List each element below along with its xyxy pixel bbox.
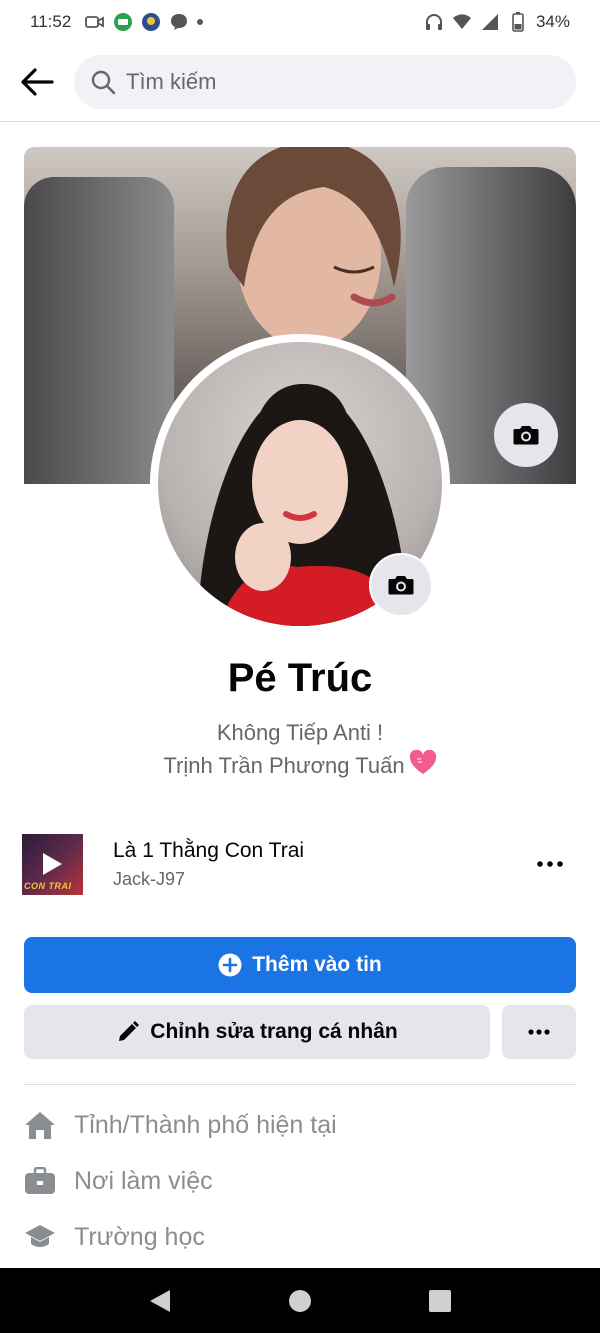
- battery-icon: [508, 12, 528, 32]
- nav-back-button[interactable]: [130, 1271, 190, 1331]
- header-divider: [0, 121, 600, 122]
- search-input[interactable]: [126, 69, 546, 95]
- edit-profile-button[interactable]: Chỉnh sửa trang cá nhân: [24, 1005, 490, 1059]
- info-workplace-label: Nơi làm việc: [74, 1166, 213, 1195]
- more-notifications-dot: [197, 19, 204, 25]
- music-title: Là 1 Thằng Con Trai: [113, 838, 305, 862]
- camera-icon: [513, 426, 539, 445]
- profile-music[interactable]: CON TRAI Là 1 Thằng Con Trai Jack-J97: [22, 832, 578, 896]
- add-to-story-label: Thêm vào tin: [252, 953, 382, 976]
- edit-profile-label: Chỉnh sửa trang cá nhân: [150, 1020, 398, 1043]
- nav-recents-button[interactable]: [410, 1271, 470, 1331]
- battery-percent: 34%: [535, 12, 570, 31]
- info-current-city[interactable]: Tỉnh/Thành phố hiện tại: [24, 1105, 337, 1145]
- bio-line-2: Trịnh Trần Phương Tuấn: [163, 753, 405, 778]
- section-divider: [24, 1084, 576, 1085]
- camera-icon: [388, 576, 414, 595]
- music-thumbnail-text: CON TRAI: [24, 880, 72, 891]
- music-info: Là 1 Thằng Con Trai Jack-J97: [113, 839, 304, 890]
- play-icon: [43, 852, 62, 875]
- home-icon: [24, 1109, 56, 1141]
- circle-home-icon: [289, 1289, 311, 1312]
- app-notification-icon: [113, 12, 133, 32]
- edit-avatar-button[interactable]: [369, 553, 433, 617]
- signal-icon: [480, 12, 500, 32]
- wifi-icon: [452, 12, 472, 32]
- profile-page: 11:52 34% Tìm kiếm Pé Trúc Không Tiếp An…: [0, 0, 600, 1333]
- nav-home-button[interactable]: [270, 1271, 330, 1331]
- search-box[interactable]: [74, 55, 576, 109]
- cover-seat-left: [24, 177, 174, 484]
- pink-heart-icon: [409, 749, 437, 785]
- add-to-story-button[interactable]: Thêm vào tin: [24, 937, 576, 993]
- music-more-button[interactable]: [530, 850, 570, 878]
- status-icons-right: 34%: [424, 12, 570, 32]
- system-navigation-bar: [0, 1268, 600, 1333]
- back-arrow-icon: [21, 68, 54, 96]
- graduation-cap-icon: [24, 1221, 56, 1253]
- bio-line-2-wrap: Trịnh Trần Phương Tuấn: [0, 749, 600, 785]
- back-button[interactable]: [0, 54, 74, 110]
- status-time: 11:52: [30, 12, 72, 31]
- profile-bio: Không Tiếp Anti ! Trịnh Trần Phương Tuấn: [0, 716, 600, 785]
- profile-more-button[interactable]: [502, 1005, 576, 1059]
- info-school-label: Trường học: [74, 1222, 205, 1251]
- search-header: [0, 54, 600, 110]
- info-school[interactable]: Trường học: [24, 1217, 205, 1257]
- info-workplace[interactable]: Nơi làm việc: [24, 1161, 213, 1201]
- bio-line-1: Không Tiếp Anti !: [216, 720, 384, 745]
- headphones-icon: [424, 12, 444, 32]
- profile-name: Pé Trúc: [227, 656, 373, 700]
- status-bar: 11:52 34%: [0, 0, 600, 44]
- status-icons-left: [85, 12, 204, 32]
- messenger-notification-icon: [141, 12, 161, 32]
- briefcase-icon: [24, 1165, 56, 1197]
- video-call-icon: [85, 12, 105, 32]
- search-icon: [91, 70, 116, 95]
- plus-circle-icon: [218, 953, 242, 977]
- music-thumbnail[interactable]: CON TRAI: [22, 833, 83, 895]
- pencil-icon: [116, 1020, 140, 1044]
- square-recents-icon: [429, 1289, 451, 1312]
- music-artist: Jack-J97: [113, 868, 186, 889]
- info-current-city-label: Tỉnh/Thành phố hiện tại: [74, 1110, 337, 1139]
- chat-bubble-icon: [169, 12, 189, 32]
- edit-cover-photo-button[interactable]: [494, 403, 558, 467]
- more-horizontal-icon: [537, 861, 563, 867]
- triangle-back-icon: [150, 1289, 170, 1312]
- more-horizontal-icon: [528, 1029, 550, 1035]
